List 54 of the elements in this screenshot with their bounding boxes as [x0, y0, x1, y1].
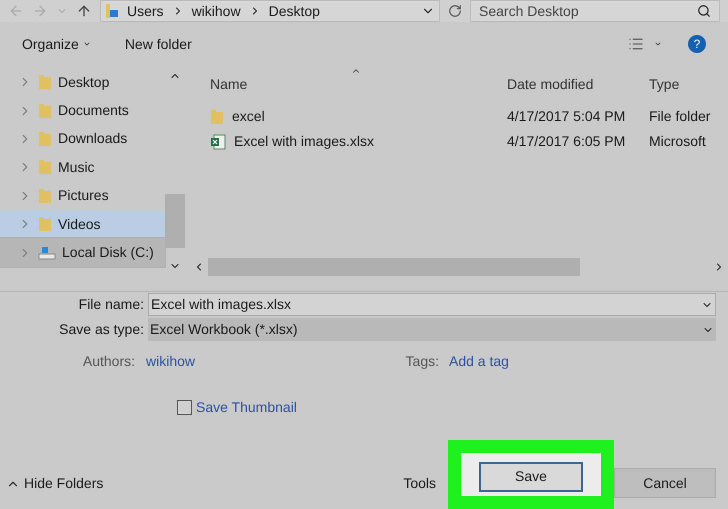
table-cell-text: 4/17/2017 5:04 PM: [506, 107, 626, 126]
search-field[interactable]: Search Desktop: [470, 0, 720, 22]
sidebar-item[interactable]: Videos: [0, 210, 165, 238]
organize-button[interactable]: Organize: [22, 34, 91, 54]
field-label: File name:: [78, 295, 145, 314]
folder-icon: [38, 216, 52, 232]
table-cell-text: Microsoft: [648, 132, 706, 151]
column-header[interactable]: Name: [190, 74, 500, 94]
file-type-dropdown[interactable]: Excel Workbook (*.xlsx): [148, 318, 716, 341]
help-button[interactable]: ?: [688, 35, 706, 53]
folder-icon: [38, 188, 52, 204]
sidebar-item[interactable]: Music: [0, 153, 165, 182]
folder-icon: [38, 102, 52, 119]
column-header[interactable]: Type: [642, 74, 680, 94]
tags-link[interactable]: Add a tag: [449, 350, 509, 372]
sidebar-item[interactable]: Pictures: [0, 182, 165, 210]
checkbox[interactable]: [177, 400, 192, 414]
view-list-icon[interactable]: [628, 36, 644, 52]
breadcrumb[interactable]: Desktop: [268, 0, 320, 22]
authors-link[interactable]: wikihow: [146, 350, 396, 372]
field-label: Tags:: [404, 352, 440, 371]
new-folder-button[interactable]: New folder: [124, 34, 192, 54]
cancel-button[interactable]: Cancel: [614, 468, 716, 498]
folder-icon: [38, 130, 52, 147]
field-label: Save as type:: [58, 320, 145, 339]
sidebar-item[interactable]: Downloads: [0, 124, 165, 154]
table-cell-text: File folder: [648, 107, 710, 126]
folder-icon: [210, 108, 224, 124]
search-input[interactable]: Search Desktop: [479, 0, 697, 22]
up-icon[interactable]: [76, 3, 92, 19]
caret-icon: [82, 40, 91, 48]
folder-icon: [105, 3, 119, 19]
checkbox-label[interactable]: Save Thumbnail: [196, 396, 297, 418]
address-bar[interactable]: Users wikihow Desktop: [100, 0, 440, 22]
sidebar-item[interactable]: Local Disk (C:): [0, 238, 165, 267]
column-header[interactable]: Date modified: [500, 74, 642, 94]
breadcrumb[interactable]: wikihow: [192, 0, 241, 22]
sidebar-item[interactable]: Desktop: [0, 68, 165, 96]
file-name[interactable]: excel: [232, 106, 265, 127]
table-cell-text: 4/17/2017 6:05 PM: [506, 132, 626, 151]
refresh-icon[interactable]: [448, 4, 462, 18]
breadcrumb[interactable]: Users: [127, 0, 164, 22]
field-label: Authors:: [82, 352, 136, 370]
drive-icon: [38, 246, 56, 260]
folder-icon: [38, 74, 52, 90]
save-button[interactable]: Save: [479, 462, 583, 492]
chevron-down-icon[interactable]: [654, 40, 662, 48]
folder-icon: [38, 159, 52, 176]
file-name[interactable]: Excel with images.xlsx: [234, 131, 374, 152]
hide-folders-button[interactable]: Hide Folders: [0, 473, 104, 494]
sidebar-item[interactable]: Documents: [0, 96, 165, 125]
spreadsheet-icon: [210, 134, 226, 150]
tools-button[interactable]: Tools: [403, 473, 436, 494]
search-icon: [697, 4, 711, 18]
